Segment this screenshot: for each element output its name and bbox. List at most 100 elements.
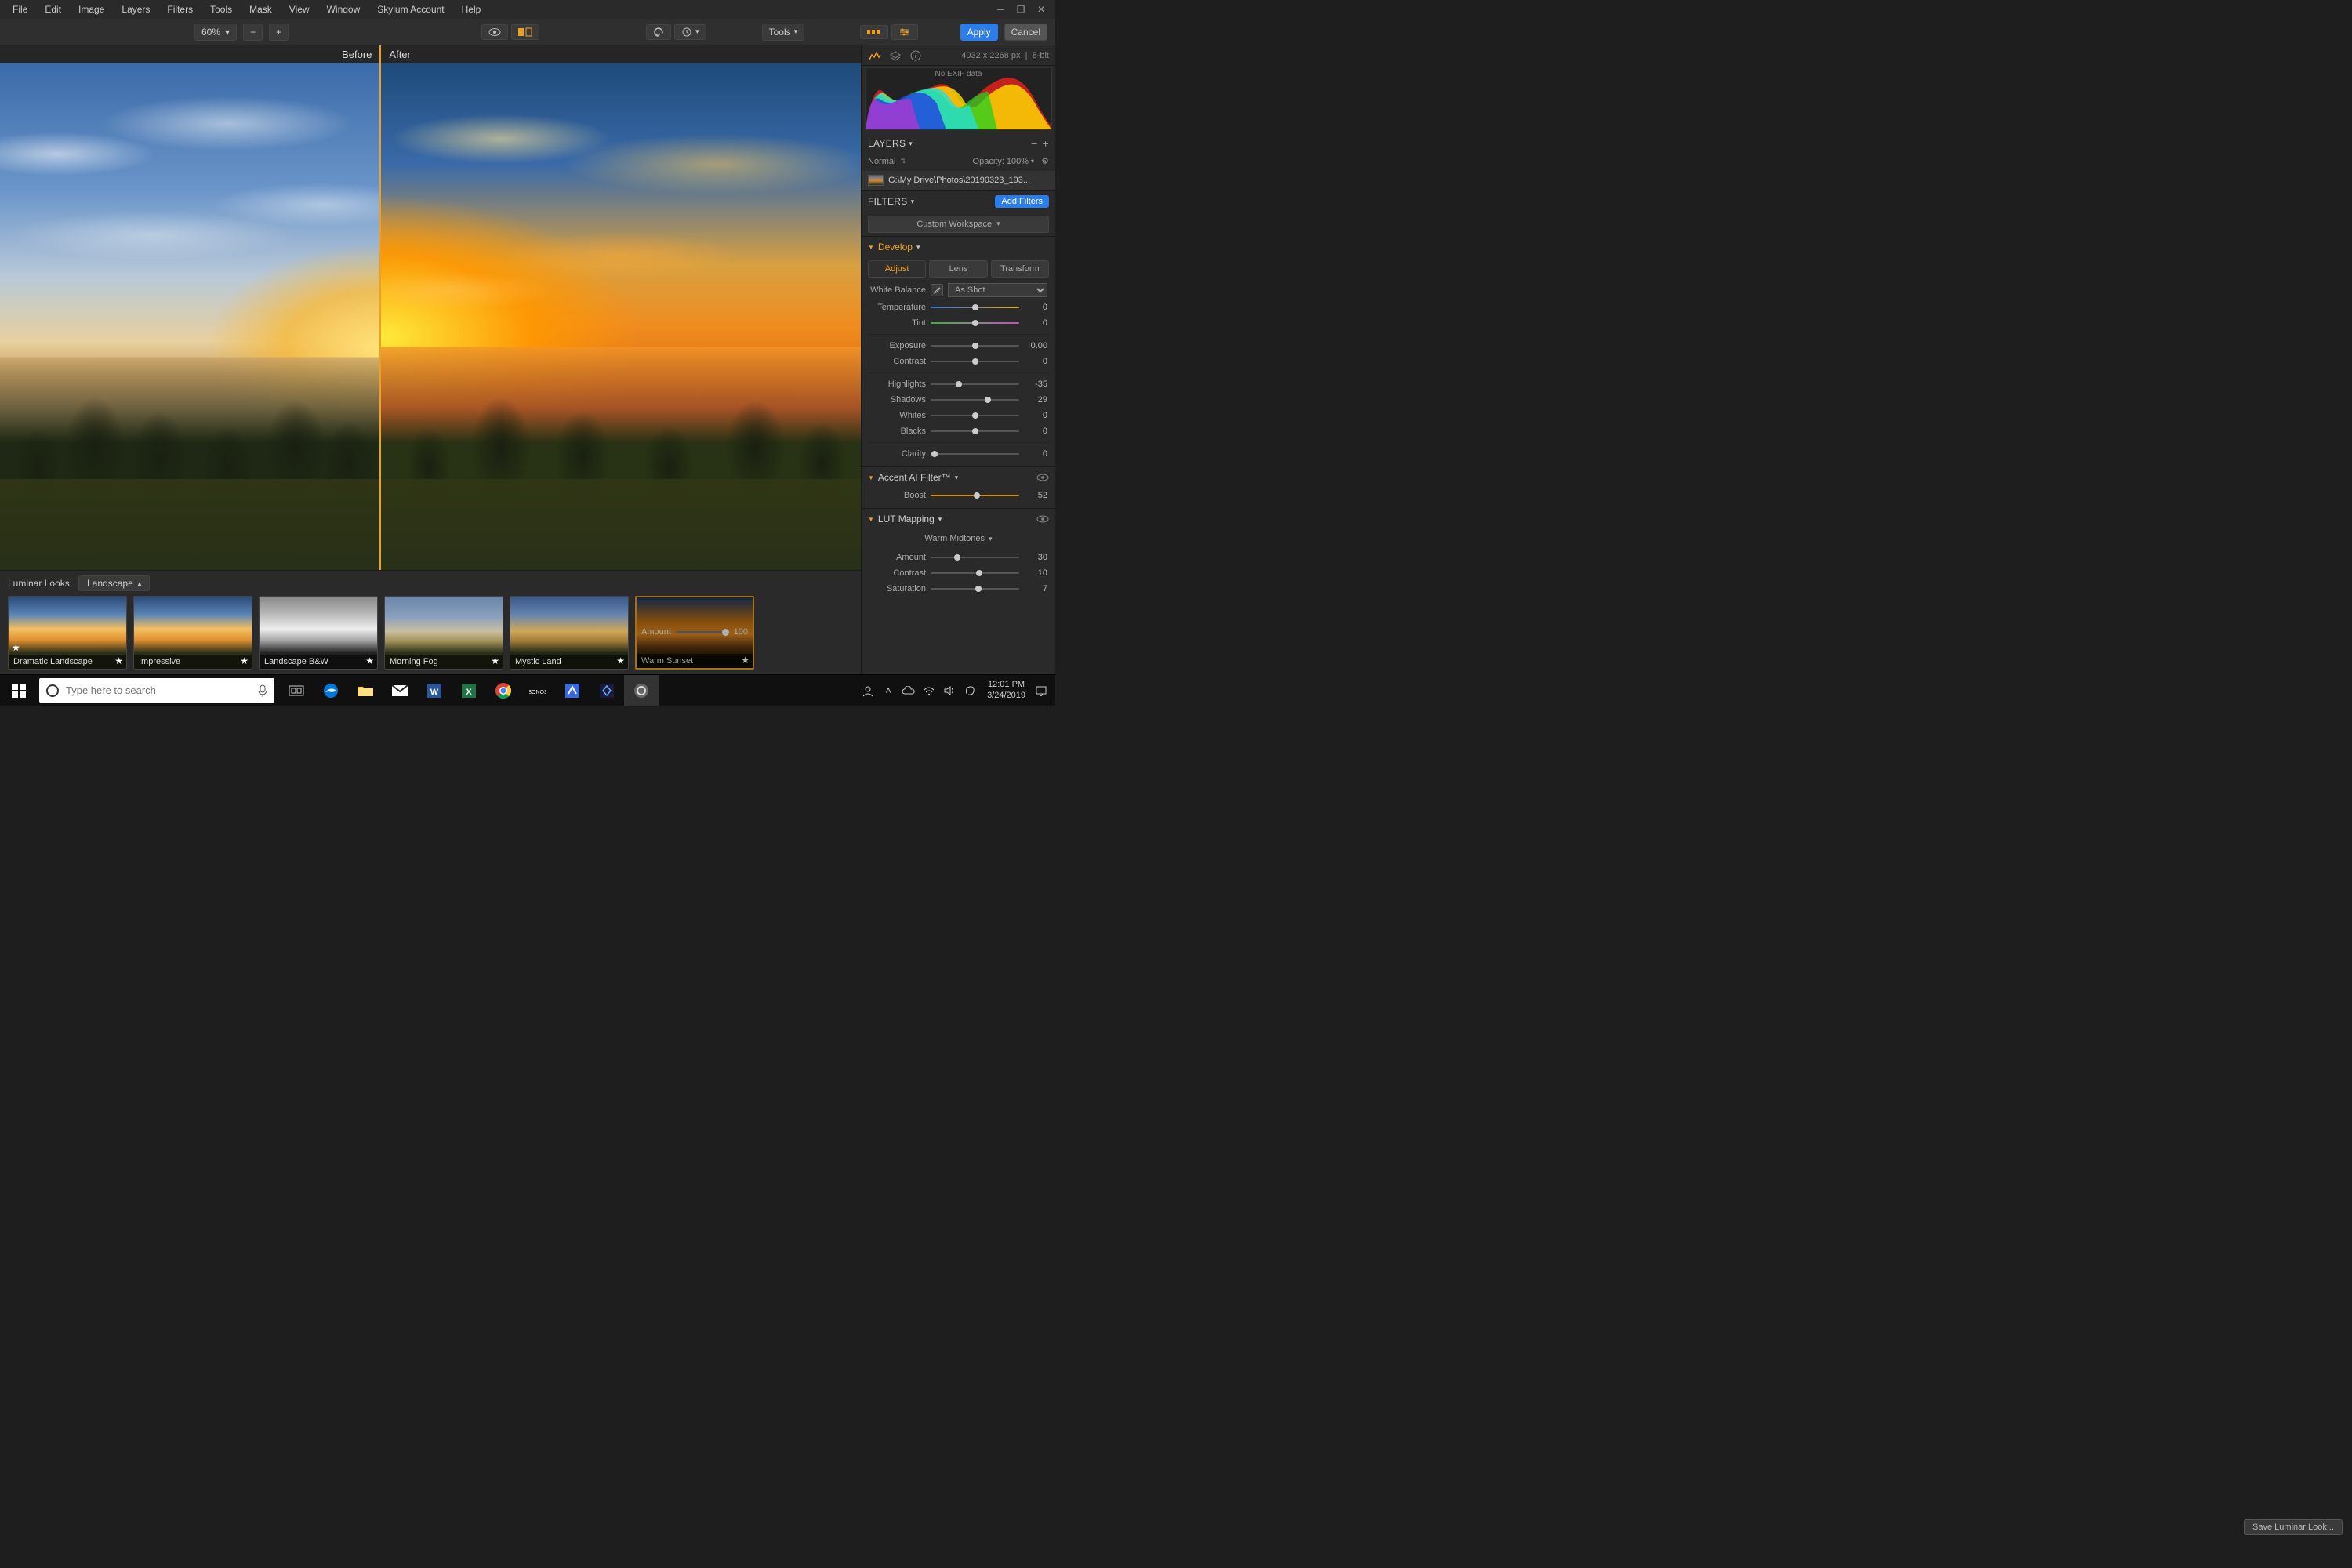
tint-slider[interactable]: [931, 318, 1019, 328]
contrast-slider[interactable]: [931, 356, 1019, 367]
taskbar-excel[interactable]: X: [452, 675, 486, 706]
tray-network[interactable]: [920, 675, 938, 706]
taskbar-edge[interactable]: [314, 675, 348, 706]
menu-filters[interactable]: Filters: [159, 2, 201, 17]
image-compare-view[interactable]: [0, 63, 861, 570]
look-landscape-bw[interactable]: Landscape B&W ★: [259, 596, 378, 670]
tab-adjust[interactable]: Adjust: [868, 260, 926, 278]
tray-people[interactable]: [858, 675, 877, 706]
boost-slider[interactable]: [931, 490, 1019, 501]
layers-header[interactable]: LAYERS▾ −+: [862, 133, 1055, 154]
menu-view[interactable]: View: [281, 2, 318, 17]
look-dramatic-landscape[interactable]: ★ Dramatic Landscape ★: [8, 596, 127, 670]
workspace-select[interactable]: Custom Workspace▾: [868, 216, 1049, 233]
start-button[interactable]: [0, 675, 38, 706]
menu-layers[interactable]: Layers: [114, 2, 158, 17]
window-maximize-button[interactable]: ❐: [1011, 0, 1030, 19]
info-tab-icon[interactable]: [909, 49, 923, 63]
tab-transform[interactable]: Transform: [991, 260, 1049, 278]
looks-category-select[interactable]: Landscape▴: [78, 575, 150, 591]
menu-edit[interactable]: Edit: [37, 2, 69, 17]
star-icon[interactable]: ★: [114, 655, 123, 666]
star-icon[interactable]: ★: [741, 655, 750, 666]
zoom-out-button[interactable]: −: [243, 24, 263, 41]
menu-window[interactable]: Window: [319, 2, 368, 17]
tools-dropdown[interactable]: Tools▾: [762, 24, 805, 41]
window-minimize-button[interactable]: ─: [991, 0, 1010, 19]
taskbar-app3[interactable]: [590, 675, 624, 706]
look-mystic-land[interactable]: Mystic Land ★: [510, 596, 629, 670]
look-impressive[interactable]: Impressive ★: [133, 596, 252, 670]
gear-icon[interactable]: ⚙: [1041, 156, 1049, 166]
taskbar-app2[interactable]: [555, 675, 590, 706]
eyedropper-button[interactable]: [931, 284, 943, 296]
highlights-slider[interactable]: [931, 379, 1019, 390]
history-button[interactable]: ▾: [674, 24, 706, 40]
lut-header[interactable]: ▼LUT Mapping▾: [862, 509, 1055, 529]
remove-layer-button[interactable]: −: [1031, 137, 1037, 150]
star-icon[interactable]: ★: [616, 655, 625, 666]
mic-icon[interactable]: [257, 684, 268, 698]
compare-view-button[interactable]: [511, 24, 539, 40]
add-filters-button[interactable]: Add Filters: [995, 195, 1049, 208]
zoom-in-button[interactable]: +: [269, 24, 289, 41]
star-icon[interactable]: ★: [365, 655, 374, 666]
tray-expand[interactable]: ˄: [879, 675, 898, 706]
apply-button[interactable]: Apply: [960, 24, 998, 41]
search-input[interactable]: [66, 684, 251, 696]
menu-skylum-account[interactable]: Skylum Account: [369, 2, 452, 17]
whites-slider[interactable]: [931, 410, 1019, 421]
panels-toggle-button[interactable]: [891, 24, 918, 40]
menu-image[interactable]: Image: [71, 2, 112, 17]
blacks-slider[interactable]: [931, 426, 1019, 437]
star-icon[interactable]: ★: [240, 655, 249, 666]
tray-volume[interactable]: [940, 675, 959, 706]
clarity-slider[interactable]: [931, 448, 1019, 459]
tab-lens[interactable]: Lens: [929, 260, 987, 278]
preview-toggle-button[interactable]: [481, 24, 508, 40]
taskbar-chrome[interactable]: [486, 675, 521, 706]
show-desktop-button[interactable]: [1051, 675, 1055, 706]
taskbar-word[interactable]: W: [417, 675, 452, 706]
opacity-value[interactable]: 100%: [1007, 157, 1029, 166]
menu-help[interactable]: Help: [454, 2, 489, 17]
add-layer-button[interactable]: +: [1043, 137, 1049, 150]
taskbar-luminar[interactable]: [624, 675, 659, 706]
taskbar-app1[interactable]: SONOS: [521, 675, 555, 706]
tray-onedrive[interactable]: [899, 675, 918, 706]
shadows-slider[interactable]: [931, 394, 1019, 405]
exposure-slider[interactable]: [931, 340, 1019, 351]
lut-contrast-slider[interactable]: [931, 568, 1019, 579]
star-icon[interactable]: ★: [491, 655, 499, 666]
lut-saturation-slider[interactable]: [931, 583, 1019, 594]
look-warm-sunset[interactable]: Amount 100 Warm Sunset ★: [635, 596, 754, 670]
blend-mode-select[interactable]: Normal: [868, 157, 895, 166]
develop-header[interactable]: ▼Develop▾: [862, 237, 1055, 257]
menu-tools[interactable]: Tools: [202, 2, 240, 17]
layers-tab-icon[interactable]: [888, 49, 902, 63]
cancel-button[interactable]: Cancel: [1004, 24, 1047, 41]
taskbar-file-explorer[interactable]: [348, 675, 383, 706]
lut-amount-slider[interactable]: [931, 552, 1019, 563]
visibility-toggle[interactable]: [1036, 474, 1049, 481]
undo-button[interactable]: [646, 24, 671, 40]
look-amount-overlay[interactable]: Amount 100: [641, 627, 748, 637]
filmstrip-toggle-button[interactable]: [860, 25, 888, 39]
tray-notifications[interactable]: [1033, 675, 1049, 706]
taskbar-search[interactable]: [39, 678, 274, 703]
window-close-button[interactable]: ✕: [1032, 0, 1051, 19]
tray-clock[interactable]: 12:01 PM 3/24/2019: [981, 680, 1032, 702]
wb-preset-select[interactable]: As Shot: [948, 283, 1047, 297]
temperature-slider[interactable]: [931, 302, 1019, 313]
taskbar-mail[interactable]: [383, 675, 417, 706]
save-look-button[interactable]: Save Luminar Look...: [2244, 1519, 2343, 1535]
look-morning-fog[interactable]: Morning Fog ★: [384, 596, 503, 670]
visibility-toggle[interactable]: [1036, 515, 1049, 523]
tray-app[interactable]: [960, 675, 979, 706]
menu-mask[interactable]: Mask: [241, 2, 280, 17]
menu-file[interactable]: File: [5, 2, 35, 17]
layer-row[interactable]: G:\My Drive\Photos\20190323_193...: [862, 171, 1055, 190]
accent-header[interactable]: ▼Accent AI Filter™▾: [862, 467, 1055, 488]
zoom-select[interactable]: 60%▾: [194, 24, 237, 41]
lut-preset-select[interactable]: Warm Midtones▾: [862, 534, 1055, 543]
